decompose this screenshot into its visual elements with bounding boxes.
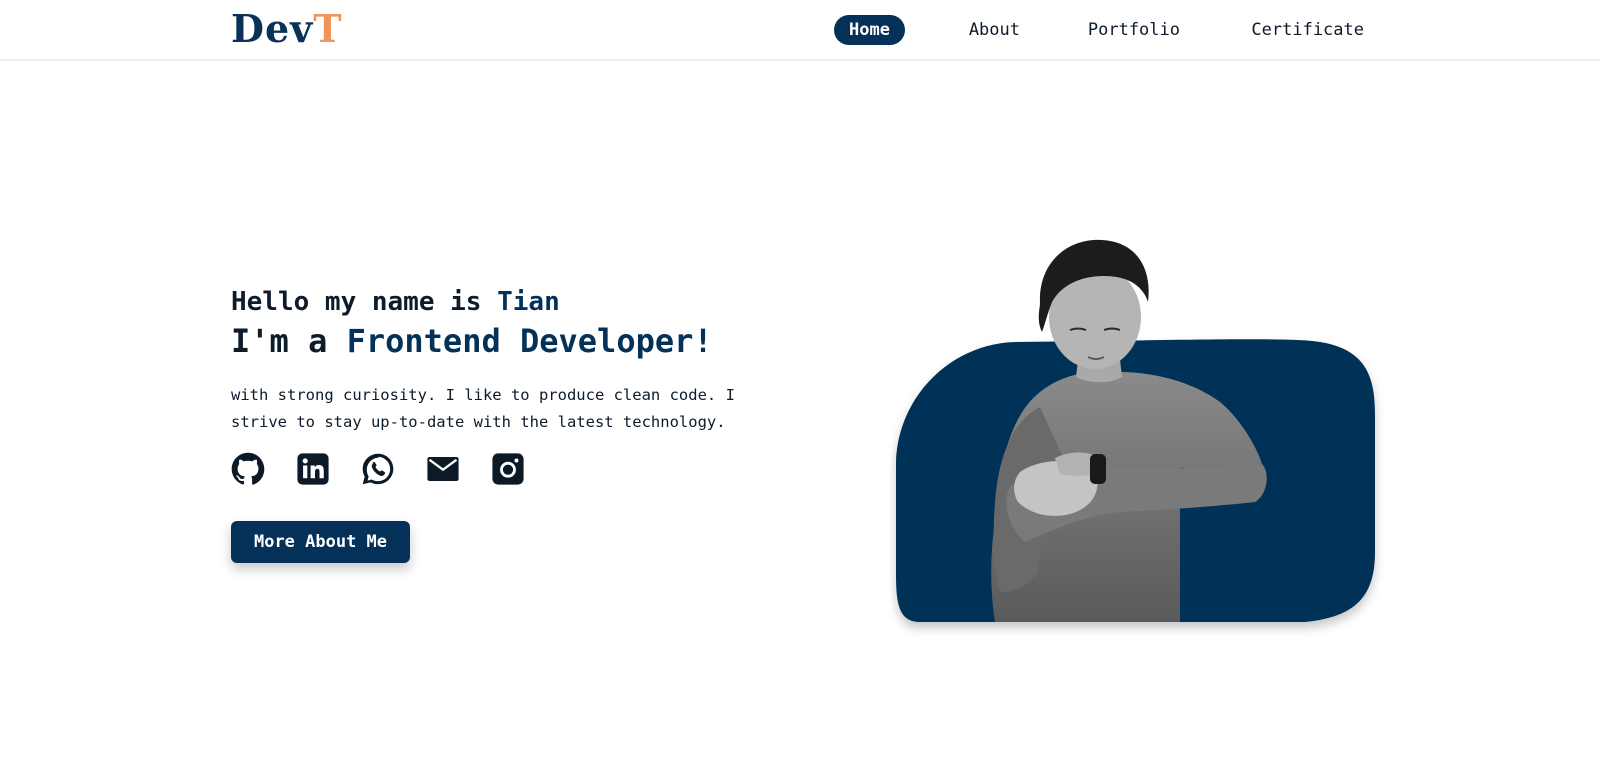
logo-main: Dev xyxy=(231,6,314,51)
hero-greeting: Hello my name is Tian xyxy=(231,284,791,320)
navbar: DevT Home About Portfolio Certificate xyxy=(0,0,1600,61)
nav-certificate-link[interactable]: Certificate xyxy=(1251,15,1364,45)
hero-role: I'm a Frontend Developer! xyxy=(231,320,791,362)
role-prefix: I'm a xyxy=(231,322,347,360)
linkedin-icon[interactable] xyxy=(296,452,330,486)
logo-accent: T xyxy=(313,6,343,51)
nav-portfolio-link[interactable]: Portfolio xyxy=(1088,15,1180,45)
profile-photo xyxy=(991,239,1267,622)
hero-description: with strong curiosity. I like to produce… xyxy=(231,386,735,431)
mail-icon[interactable] xyxy=(426,452,460,486)
hero-text: Hello my name is Tian I'm a Frontend Dev… xyxy=(231,284,791,436)
more-about-me-button[interactable]: More About Me xyxy=(231,521,410,563)
role-title: Frontend Developer! xyxy=(346,322,713,360)
whatsapp-icon[interactable] xyxy=(361,452,395,486)
hero-visual xyxy=(890,232,1390,642)
instagram-icon[interactable] xyxy=(491,452,525,486)
nav-home-link[interactable]: Home xyxy=(834,15,905,45)
github-icon[interactable] xyxy=(231,452,265,486)
nav-about-link[interactable]: About xyxy=(969,15,1020,45)
hero-name: Tian xyxy=(497,287,560,317)
logo[interactable]: DevT xyxy=(231,6,343,51)
greeting-prefix: Hello my name is xyxy=(231,287,498,317)
